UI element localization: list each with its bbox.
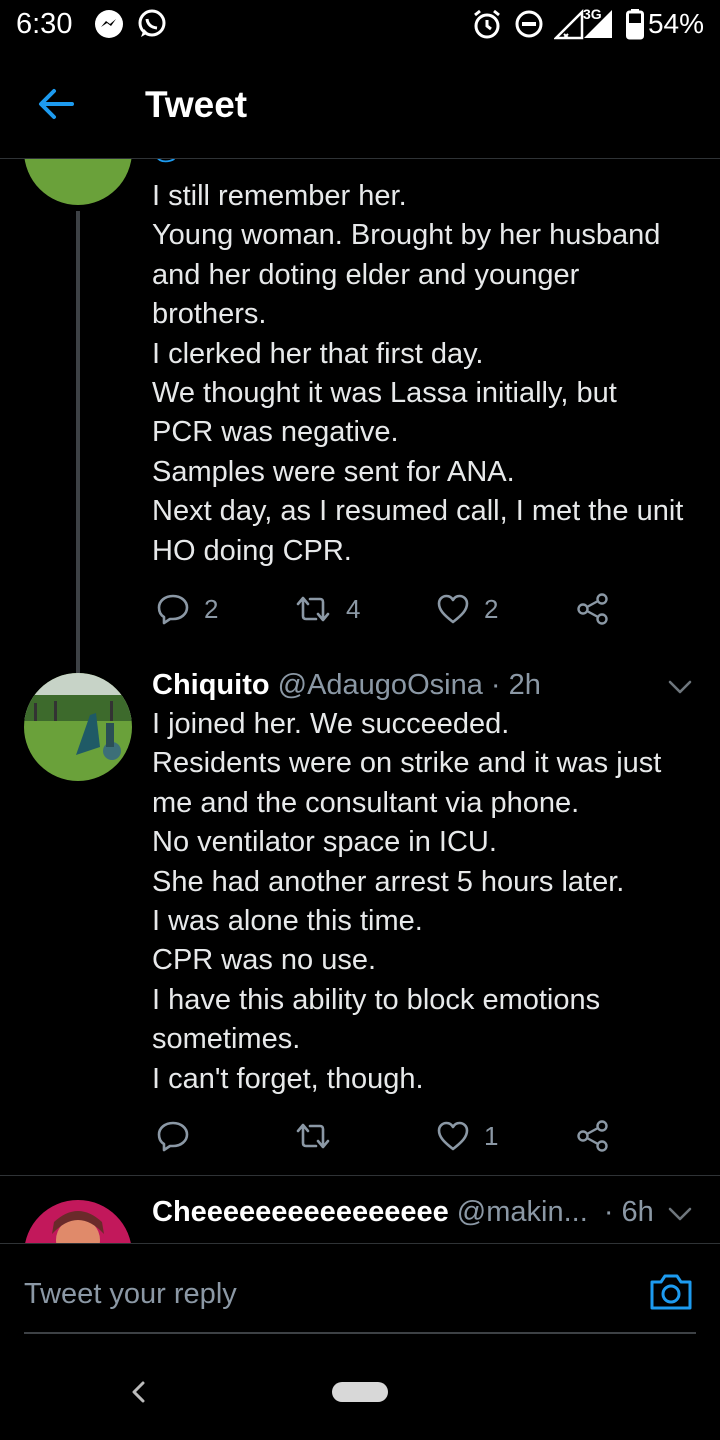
tweet-line: She had another arrest 5 hours later. [152,865,625,898]
tweet-line: I still remember her. [152,180,407,212]
reply-icon [157,1121,189,1152]
tweet-line: and her doting elder and younger [152,258,580,291]
tweet-line: I clerked her that first day. [152,337,484,370]
user-handle[interactable]: @makin... [457,1196,588,1228]
tweet-line: HO doing CPR. [152,534,352,567]
tweet-line: CPR was no use. [152,944,377,977]
tweet-line: I was alone this time. [152,905,423,938]
top-app-bar: Tweet [0,50,720,159]
tweet-line: Samples were sent for ANA. [152,455,515,488]
tweet-text: I joined her. We succeeded. Residents we… [152,705,707,1099]
user-handle[interactable]: @AdaugoOsina [278,669,483,701]
replying-to: @... [152,159,206,166]
share-icon [577,593,608,625]
tweet-line: brothers. [152,298,267,331]
tweet-line: I have this ability to block emotions [152,983,601,1016]
display-name[interactable]: Chiquito [152,669,270,701]
retweet-button[interactable]: 4 [294,587,360,631]
reply-composer: Tweet your reply [0,1243,720,1334]
tweet-header: Cheeeeeeeeeeeeeeee @makin... · 6h [152,1196,654,1229]
tweet-line: PCR was negative. [152,416,399,449]
chevron-down-icon[interactable] [666,1200,694,1233]
status-bar: 6:30 3G 54% [0,0,720,50]
page-title: Tweet [145,84,248,125]
reply-input[interactable]: Tweet your reply [24,1278,237,1311]
tweet-line: We thought it was Lassa initially, but [152,377,617,410]
tweet-actions: 1 [152,1114,632,1158]
like-button[interactable]: 2 [436,587,498,631]
thread-line [76,211,80,719]
camera-icon[interactable] [648,1272,694,1317]
battery-icon [626,8,644,45]
tweet-header: Chiquito @AdaugoOsina · 2h [152,669,541,702]
reply-count: 2 [204,593,219,624]
like-count: 1 [484,1120,499,1151]
heart-icon [437,1121,469,1151]
tweet-line: Young woman. Brought by her husband [152,219,661,252]
tweet-line: No ventilator space in ICU. [152,826,497,859]
replying-to-handle[interactable]: @... [152,159,206,165]
tweet-time: · 6h [603,1196,654,1228]
tweet-line: I joined her. We succeeded. [152,708,510,740]
avatar[interactable] [24,159,132,205]
tweet-divider [0,1175,720,1176]
retweet-icon [296,596,330,622]
display-name[interactable]: Cheeeeeeeeeeeeeeee [152,1196,449,1228]
tweet-line: Next day, as I resumed call, I met the u… [152,495,684,528]
retweet-count: 4 [346,593,361,624]
tweet-thread: @... I still remember her. Young woman. … [0,159,720,1243]
retweet-icon [296,1123,330,1149]
avatar[interactable] [24,673,132,781]
like-count: 2 [484,593,499,624]
back-arrow-icon[interactable] [36,84,76,129]
nav-home-pill[interactable] [332,1382,388,1402]
reply-button[interactable]: 2 [156,587,218,631]
avatar[interactable] [24,1200,132,1243]
retweet-button[interactable] [294,1114,346,1158]
reply-button[interactable] [156,1114,204,1158]
network-type-label: 3G [583,6,602,22]
dnd-icon [514,8,544,45]
messenger-icon [93,8,125,45]
heart-icon [437,594,469,624]
chevron-down-icon[interactable] [666,673,694,706]
tweet-line: me and the consultant via phone. [152,786,580,819]
alarm-icon [472,8,502,45]
reply-icon [157,594,189,625]
nav-back-icon[interactable] [128,1374,148,1415]
tweet-line: sometimes. [152,1023,301,1056]
share-button[interactable] [576,587,610,631]
whatsapp-icon [136,8,168,45]
share-icon [577,1120,608,1152]
tweet-time: · 2h [490,669,541,701]
battery-percent: 54% [647,8,704,39]
share-button[interactable] [576,1114,610,1158]
like-button[interactable]: 1 [436,1114,498,1158]
tweet-text: I still remember her. Young woman. Broug… [152,177,707,571]
tweet-actions: 2 4 2 [152,587,632,631]
tweet-line: I can't forget, though. [152,1062,424,1095]
tweet-line: Residents were on strike and it was just [152,747,662,780]
status-time: 6:30 [16,8,73,40]
